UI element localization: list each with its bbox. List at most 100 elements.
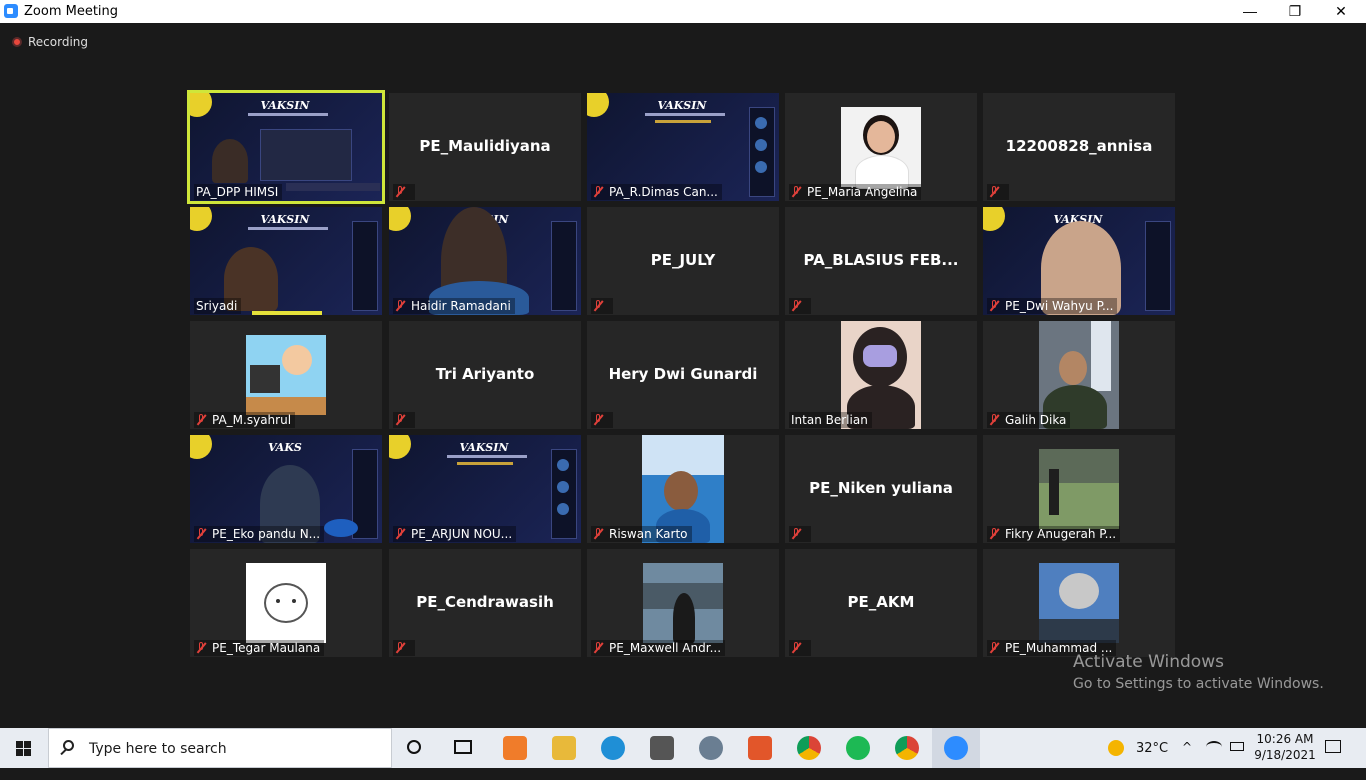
video-tile[interactable]: PE_Tegar Maulana — [190, 549, 382, 657]
windows-taskbar: Type here to search 32°C ^ 10:26 AM 9/18… — [0, 728, 1366, 768]
participant-photo — [841, 107, 921, 189]
clock-date: 9/18/2021 — [1254, 748, 1316, 762]
video-tile[interactable]: PE_AKM — [785, 549, 977, 657]
windows-logo-icon — [24, 749, 31, 756]
participant-name-label — [789, 640, 811, 656]
zoom-icon — [944, 736, 968, 760]
participant-name: Fikry Anugerah P... — [1005, 527, 1117, 541]
logo-icon — [389, 207, 411, 231]
slide-subtitle-line — [655, 120, 711, 123]
muted-mic-icon — [196, 642, 206, 654]
participant-name-label: PE_Maria Angelina — [789, 184, 922, 200]
recording-indicator[interactable]: Recording — [12, 35, 88, 49]
clock[interactable]: 10:26 AM 9/18/2021 — [1252, 728, 1318, 768]
video-tile[interactable]: PE_JULY — [587, 207, 779, 315]
logo-icon — [190, 93, 212, 117]
weather-temperature: 32°C — [1136, 741, 1169, 756]
slide-avatar-dot — [755, 139, 767, 151]
chevron-up-icon[interactable]: ^ — [1182, 740, 1192, 780]
photo-face — [867, 121, 895, 153]
chrome-icon[interactable] — [797, 736, 821, 760]
logo-icon — [983, 207, 1005, 231]
slide-avatar-dot — [755, 161, 767, 173]
participant-name-label: Intan Berlian — [789, 412, 872, 428]
photo-window — [1091, 321, 1111, 391]
slide-contact-bar — [286, 183, 380, 191]
participant-name-label — [987, 184, 1009, 200]
video-tile[interactable]: VAKSIN Haidir Ramadani — [389, 207, 581, 315]
participant-display-name: PE_JULY — [650, 251, 716, 269]
wifi-icon[interactable] — [1206, 741, 1222, 753]
video-tile[interactable]: PE_Niken yuliana — [785, 435, 977, 543]
video-tile[interactable]: PE_Maria Angelina — [785, 93, 977, 201]
slide-subtitle-line — [457, 462, 513, 465]
close-button[interactable]: ✕ — [1318, 0, 1364, 23]
video-tile[interactable]: PE_Cendrawasih — [389, 549, 581, 657]
zoom-taskbar-button[interactable] — [932, 728, 980, 768]
video-tile[interactable]: PE_Maulidiyana — [389, 93, 581, 201]
participant-display-name: PE_AKM — [847, 593, 915, 611]
participant-name: Haidir Ramadani — [411, 299, 511, 313]
cortana-icon[interactable] — [407, 740, 421, 754]
edge-icon[interactable] — [601, 736, 625, 760]
participant-name: PE_Tegar Maulana — [212, 641, 321, 655]
weather-widget[interactable]: 32°C — [1106, 728, 1176, 768]
video-tile[interactable]: VAKSIN PE_Dwi Wahyu P... — [983, 207, 1175, 315]
video-tile[interactable]: PA_BLASIUS FEB... — [785, 207, 977, 315]
participant-photo — [246, 563, 326, 643]
photo-doodle-face — [264, 583, 308, 623]
muted-mic-icon — [196, 414, 206, 426]
video-tile[interactable]: Intan Berlian — [785, 321, 977, 429]
video-tile[interactable]: Tri Ariyanto — [389, 321, 581, 429]
app-icon[interactable] — [699, 736, 723, 760]
participant-name-label — [789, 298, 811, 314]
start-button[interactable] — [0, 728, 48, 768]
photo-eruption-cloud — [1059, 573, 1099, 609]
video-tile[interactable]: VAKSIN PA_DPP HIMSI — [187, 90, 385, 204]
muted-mic-icon — [395, 186, 405, 198]
weather-sun-icon — [1108, 740, 1124, 756]
video-tile[interactable]: VAKSIN PE_ARJUN NOU... — [389, 435, 581, 543]
participant-display-name: PE_Cendrawasih — [416, 593, 554, 611]
presentation-app-icon[interactable] — [748, 736, 772, 760]
photo-monitor — [250, 365, 280, 393]
muted-mic-icon — [791, 186, 801, 198]
muted-mic-icon — [593, 414, 603, 426]
slide-screenshot — [260, 129, 352, 181]
video-tile[interactable]: Hery Dwi Gunardi — [587, 321, 779, 429]
video-tile[interactable]: PE_Maxwell Andr... — [587, 549, 779, 657]
task-view-icon[interactable] — [454, 740, 472, 754]
video-tile[interactable]: Riswan Karto — [587, 435, 779, 543]
battery-icon[interactable] — [1230, 742, 1244, 751]
participant-name: Sriyadi — [196, 299, 238, 313]
restore-button[interactable]: ❐ — [1272, 0, 1318, 23]
notifications-icon[interactable] — [1325, 740, 1341, 753]
muted-mic-icon — [791, 300, 801, 312]
file-explorer-icon[interactable] — [552, 736, 576, 760]
participant-name-label — [393, 412, 415, 428]
participant-name-label: Haidir Ramadani — [393, 298, 515, 314]
spotify-icon[interactable] — [846, 736, 870, 760]
microsoft-store-icon[interactable] — [650, 736, 674, 760]
video-tile[interactable]: Galih Dika — [983, 321, 1175, 429]
video-tile[interactable]: VAKSIN Sriyadi — [190, 207, 382, 315]
chrome-profile-icon[interactable] — [895, 736, 919, 760]
video-tile[interactable]: Fikry Anugerah P... — [983, 435, 1175, 543]
minimize-button[interactable]: — — [1227, 0, 1273, 23]
search-placeholder: Type here to search — [89, 741, 227, 757]
xampp-icon[interactable] — [503, 736, 527, 760]
slide-side-panel — [1145, 221, 1171, 311]
window-title: Zoom Meeting — [24, 4, 119, 19]
participant-name-label: PE_Eko pandu N... — [194, 526, 325, 542]
video-tile[interactable]: VAKSIN PA_R.Dimas Can... — [587, 93, 779, 201]
video-tile[interactable]: 12200828_annisa — [983, 93, 1175, 201]
video-tile[interactable]: PE_Muhammad ... — [983, 549, 1175, 657]
participant-name-label — [789, 526, 811, 542]
participant-name-label — [393, 640, 415, 656]
participant-name-label — [393, 184, 415, 200]
video-tile[interactable]: VAKS PE_Eko pandu N... — [190, 435, 382, 543]
video-tile[interactable]: PA_M.syahrul — [190, 321, 382, 429]
slide-title: VAKSIN — [260, 99, 310, 112]
taskbar-search-box[interactable]: Type here to search — [48, 728, 392, 768]
logo-icon — [587, 93, 609, 117]
